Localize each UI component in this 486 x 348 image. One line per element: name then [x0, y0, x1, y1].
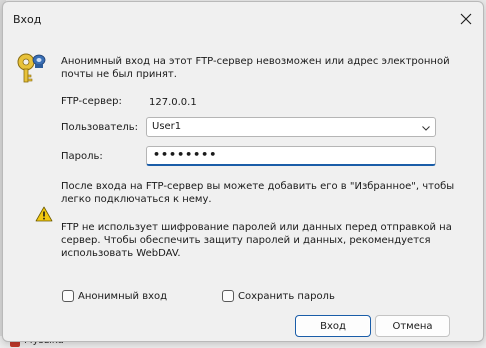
user-value: User1: [152, 121, 182, 132]
save-password-checkbox[interactable]: [222, 290, 234, 302]
password-field[interactable]: ••••••••: [146, 146, 436, 166]
login-dialog: Вход Анонимный вход на этот FTP-сервер н…: [2, 1, 484, 342]
intro-message: Анонимный вход на этот FTP-сервер невозм…: [61, 56, 450, 80]
chevron-down-icon[interactable]: [421, 123, 431, 133]
anonymous-checkbox-row[interactable]: Анонимный вход: [62, 290, 167, 302]
key-icon: [17, 53, 46, 83]
user-label: Пользователь:: [61, 122, 139, 133]
server-label: FTP-сервер:: [61, 96, 122, 107]
server-value: 127.0.0.1: [149, 97, 197, 108]
dialog-titlebar[interactable]: Вход: [3, 2, 483, 38]
close-icon: [460, 13, 472, 25]
login-button[interactable]: Вход: [295, 315, 371, 337]
user-combobox[interactable]: User1: [146, 117, 436, 137]
save-password-checkbox-row[interactable]: Сохранить пароль: [222, 290, 335, 302]
password-label: Пароль:: [61, 151, 103, 162]
anonymous-checkbox[interactable]: [62, 290, 74, 302]
warning-message: FTP не использует шифрование паролей или…: [61, 222, 452, 259]
save-password-label[interactable]: Сохранить пароль: [238, 291, 335, 302]
warning-icon: [35, 206, 53, 222]
anonymous-label[interactable]: Анонимный вход: [78, 291, 167, 302]
dialog-title: Вход: [13, 13, 42, 26]
cancel-button[interactable]: Отмена: [375, 315, 450, 337]
password-value: ••••••••: [153, 148, 218, 161]
close-button[interactable]: [449, 2, 483, 36]
favorites-message: После входа на FTP-сервер вы можете доба…: [61, 181, 455, 205]
